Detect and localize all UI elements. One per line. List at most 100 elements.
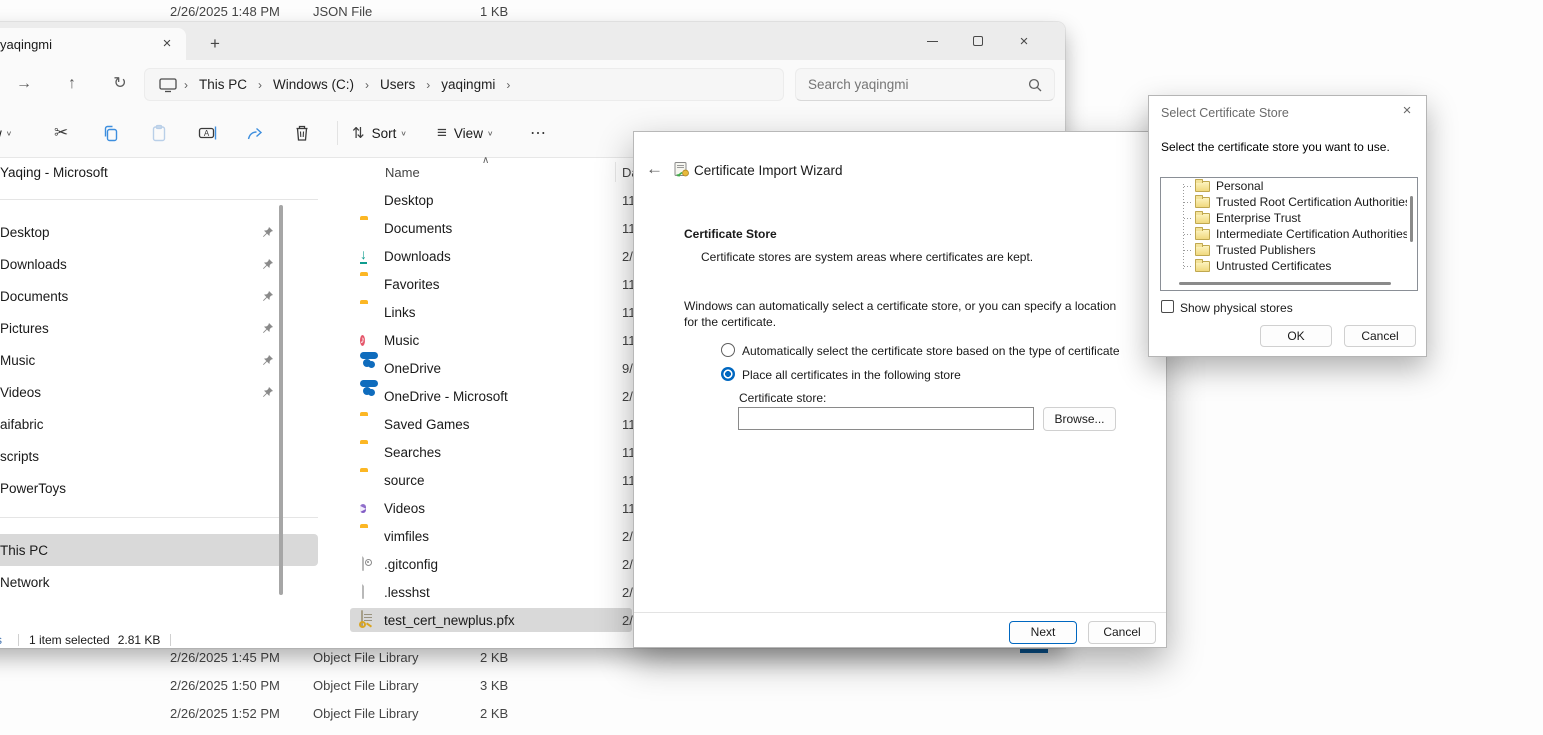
new-button-fragment[interactable]: w ∨	[0, 121, 12, 145]
downloads-icon: ↓	[360, 247, 378, 265]
tree-item-label: Trusted Publishers	[1216, 243, 1316, 257]
tree-branch-line	[1184, 202, 1193, 203]
sidebar-item-account[interactable]: Yaqing - Microsoft	[0, 158, 332, 186]
back-arrow-icon[interactable]: ←	[646, 159, 663, 179]
search-box[interactable]	[795, 68, 1055, 101]
wizard-title: Certificate Import Wizard	[694, 163, 843, 178]
tree-item[interactable]: Trusted Publishers	[1161, 242, 1407, 258]
share-icon[interactable]	[246, 121, 264, 145]
sidebar-scrollbar[interactable]	[279, 205, 283, 595]
tab-close-icon[interactable]: ×	[156, 33, 178, 55]
navigation-bar: → ↑ ↻ ›This PC›Windows (C:)›Users›yaqing…	[0, 60, 1065, 108]
folder-icon	[360, 527, 378, 545]
breadcrumb-chevron-icon: ›	[419, 78, 437, 92]
background-row-date: 2/26/2025 1:48 PM	[170, 4, 280, 19]
forward-icon[interactable]: →	[12, 72, 36, 96]
sidebar-item-desktop[interactable]: Desktop	[0, 216, 318, 248]
next-button[interactable]: Next	[1009, 621, 1077, 644]
search-input[interactable]	[808, 77, 1028, 92]
tree-branch-line	[1184, 186, 1193, 187]
sidebar-item-aifabric[interactable]: aifabric	[0, 408, 318, 440]
sidebar-item-downloads[interactable]: Downloads	[0, 248, 318, 280]
radio-place-all[interactable]	[721, 367, 735, 381]
radio-auto-select-label[interactable]: Automatically select the certificate sto…	[742, 344, 1120, 358]
dialog-cancel-button[interactable]: Cancel	[1344, 325, 1416, 347]
minimize-button[interactable]	[909, 22, 955, 60]
breadcrumb[interactable]: ›This PC›Windows (C:)›Users›yaqingmi›	[144, 68, 784, 101]
folder-icon	[1195, 245, 1210, 256]
screen: { "colors": { "accent": "#0067c0", "sele…	[0, 0, 1543, 735]
sidebar-item-videos[interactable]: Videos	[0, 376, 318, 408]
sidebar-item-music[interactable]: Music	[0, 344, 318, 376]
sidebar-item-pictures[interactable]: Pictures	[0, 312, 318, 344]
sort-button[interactable]: ⇅ Sort ∨	[352, 121, 407, 145]
new-tab-button[interactable]: +	[202, 32, 228, 56]
tree-items: PersonalTrusted Root Certification Autho…	[1161, 178, 1407, 277]
dialog-title: Select Certificate Store	[1161, 106, 1289, 120]
sidebar-item-scripts[interactable]: scripts	[0, 440, 318, 472]
folder-icon	[1195, 197, 1210, 208]
tree-item[interactable]: Enterprise Trust	[1161, 210, 1407, 226]
refresh-icon[interactable]: ↻	[108, 72, 132, 96]
sidebar-item-this-pc[interactable]: This PC	[0, 534, 318, 566]
breadcrumb-item[interactable]: Users	[376, 77, 419, 92]
close-button[interactable]: ×	[1001, 22, 1047, 60]
sort-icon: ⇅	[352, 124, 365, 142]
column-divider[interactable]	[615, 162, 616, 182]
rename-icon[interactable]: A	[198, 121, 218, 145]
up-icon[interactable]: ↑	[60, 72, 84, 96]
pin-icon	[262, 226, 274, 241]
radio-place-all-label[interactable]: Place all certificates in the following …	[742, 368, 961, 382]
cancel-button[interactable]: Cancel	[1088, 621, 1156, 644]
folder-icon	[1195, 229, 1210, 240]
tree-item[interactable]: Personal	[1161, 178, 1407, 194]
sidebar-divider	[0, 199, 318, 200]
file-name: Favorites	[384, 277, 440, 292]
breadcrumb-item[interactable]: Windows (C:)	[269, 77, 358, 92]
file-name: Saved Games	[384, 417, 470, 432]
sidebar-divider	[0, 517, 318, 518]
tree-branch-line	[1184, 234, 1193, 235]
tree-item-label: Trusted Root Certification Authorities	[1216, 195, 1407, 209]
sidebar-item-documents[interactable]: Documents	[0, 280, 318, 312]
tree-vertical-scrollbar[interactable]	[1410, 196, 1413, 242]
file-name: Desktop	[384, 193, 434, 208]
show-physical-stores-checkbox[interactable]	[1161, 300, 1174, 313]
onedrive-icon	[360, 359, 378, 377]
certificate-store-input[interactable]	[738, 407, 1034, 430]
show-physical-stores-label[interactable]: Show physical stores	[1180, 301, 1293, 315]
file-name: Downloads	[384, 249, 451, 264]
dialog-close-icon[interactable]: ×	[1398, 102, 1416, 119]
copy-icon[interactable]	[102, 121, 120, 145]
radio-auto-select[interactable]	[721, 343, 735, 357]
sidebar-item-network[interactable]: Network	[0, 566, 318, 598]
tree-item[interactable]: Intermediate Certification Authorities	[1161, 226, 1407, 242]
file-name: OneDrive	[384, 361, 441, 376]
tree-horizontal-scrollbar[interactable]	[1179, 282, 1391, 285]
desktop-icon	[360, 191, 378, 209]
background-row-size: 3 KB	[480, 678, 508, 693]
browse-button[interactable]: Browse...	[1043, 407, 1116, 431]
more-options-icon[interactable]: ⋯	[530, 121, 546, 145]
maximize-button[interactable]	[955, 22, 1001, 60]
pin-icon	[262, 290, 274, 305]
tree-item[interactable]: Trusted Root Certification Authorities	[1161, 194, 1407, 210]
sidebar-item-powertoys[interactable]: PowerToys	[0, 472, 318, 504]
ok-button[interactable]: OK	[1260, 325, 1332, 347]
folder-icon	[360, 471, 378, 489]
sidebar-item-label: Pictures	[0, 321, 49, 336]
file-name: Searches	[384, 445, 441, 460]
explorer-tab[interactable]: yaqingmi ×	[0, 28, 186, 60]
cut-icon[interactable]: ✂	[54, 121, 68, 145]
tree-item[interactable]: Untrusted Certificates	[1161, 258, 1407, 274]
sidebar-item-label: Videos	[0, 385, 41, 400]
column-header-name[interactable]: Name	[385, 165, 420, 180]
breadcrumb-item[interactable]: yaqingmi	[437, 77, 499, 92]
tree-branch-line	[1184, 266, 1193, 267]
certificate-store-tree[interactable]: PersonalTrusted Root Certification Autho…	[1160, 177, 1418, 291]
view-button[interactable]: ≡ View ∨	[437, 121, 494, 145]
background-fragment	[1020, 649, 1048, 653]
paste-icon[interactable]	[150, 121, 168, 145]
breadcrumb-item[interactable]: This PC	[195, 77, 251, 92]
delete-icon[interactable]	[294, 121, 310, 145]
